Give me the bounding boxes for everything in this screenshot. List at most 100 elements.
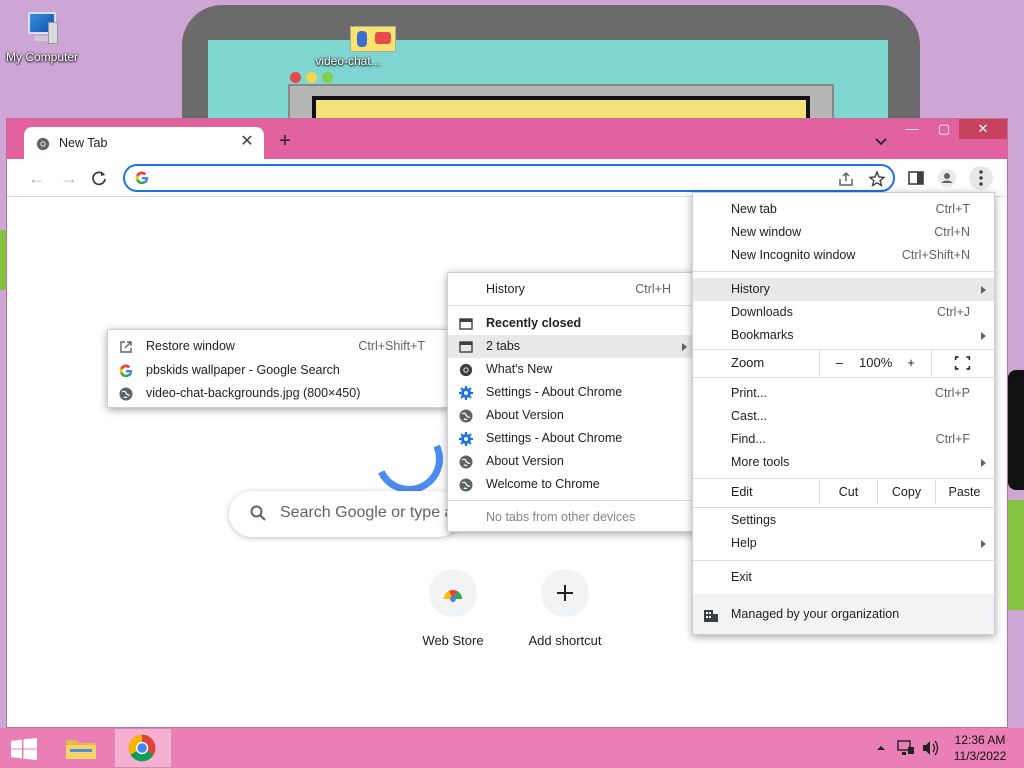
menu-item-settings[interactable]: Settings bbox=[693, 509, 994, 532]
address-bar[interactable] bbox=[123, 164, 895, 192]
minimize-button[interactable]: — bbox=[897, 119, 927, 139]
menu-item-new-tab[interactable]: New tab Ctrl+T bbox=[693, 198, 994, 221]
network-icon[interactable] bbox=[896, 728, 916, 768]
taskbar: 12:36 AM 11/3/2022 bbox=[0, 728, 1024, 768]
windows-start-icon[interactable] bbox=[10, 738, 38, 760]
search-icon bbox=[250, 505, 266, 521]
back-button[interactable]: ← bbox=[26, 167, 48, 189]
edit-label: Edit bbox=[731, 485, 753, 499]
desktop-icon-label: video-chat... bbox=[315, 54, 381, 68]
menu-button[interactable] bbox=[969, 166, 993, 190]
chrome-icon bbox=[128, 734, 156, 762]
shortcut-web-store[interactable]: Web Store bbox=[397, 569, 509, 648]
zoom-label: Zoom bbox=[731, 355, 765, 370]
menu-item-history[interactable]: History Ctrl+H bbox=[448, 278, 695, 301]
globe-icon bbox=[459, 455, 473, 469]
open-in-new-icon bbox=[120, 341, 132, 353]
desktop-icon-video-chat[interactable]: video-chat... bbox=[306, 26, 396, 68]
close-window-button[interactable]: ✕ bbox=[959, 119, 1007, 139]
submenu-arrow-icon bbox=[981, 459, 986, 467]
wallpaper-dot bbox=[306, 72, 317, 83]
menu-item-history-entry[interactable]: About Version bbox=[448, 450, 695, 473]
forward-button[interactable]: → bbox=[58, 167, 80, 189]
menu-item-history-entry[interactable]: About Version bbox=[448, 404, 695, 427]
desktop-icon-my-computer[interactable]: My Computer bbox=[0, 10, 84, 64]
menu-separator bbox=[693, 560, 994, 561]
menu-item-help[interactable]: Help bbox=[693, 532, 994, 555]
shortcut-label: Add shortcut bbox=[528, 633, 602, 648]
reload-icon[interactable] bbox=[90, 169, 108, 187]
managed-by-org[interactable]: Managed by your organization bbox=[693, 594, 994, 634]
edit-row: Edit Cut Copy Paste bbox=[693, 480, 993, 506]
share-icon[interactable] bbox=[837, 170, 855, 188]
system-clock[interactable]: 12:36 AM 11/3/2022 bbox=[944, 732, 1016, 764]
clock-time: 12:36 AM bbox=[954, 733, 1006, 747]
gear-icon bbox=[459, 432, 473, 446]
menu-separator bbox=[693, 271, 994, 272]
menu-item-history[interactable]: History bbox=[693, 278, 994, 301]
new-tab-button[interactable]: + bbox=[274, 131, 296, 153]
maximize-button[interactable]: ▢ bbox=[929, 119, 959, 139]
tabs-submenu: Restore window Ctrl+Shift+T pbskids wall… bbox=[107, 329, 450, 408]
menu-item-history-entry[interactable]: Settings - About Chrome bbox=[448, 381, 695, 404]
side-panel-icon[interactable] bbox=[906, 168, 926, 188]
ntp-search-box[interactable]: Search Google or type a bbox=[229, 491, 461, 537]
zoom-row: Zoom – 100% + bbox=[693, 350, 993, 376]
tab-icon bbox=[459, 318, 473, 330]
menu-item-new-window[interactable]: New window Ctrl+N bbox=[693, 221, 994, 244]
taskbar-chrome[interactable] bbox=[114, 728, 172, 768]
profile-avatar-icon[interactable] bbox=[937, 168, 957, 188]
tab-new-tab[interactable]: New Tab ✕ bbox=[24, 127, 264, 159]
recently-closed-heading: Recently closed bbox=[448, 312, 695, 335]
wallpaper-edge-art bbox=[1008, 370, 1024, 490]
menu-item-history-entry[interactable]: What's New bbox=[448, 358, 695, 381]
volume-icon[interactable] bbox=[920, 728, 940, 768]
menu-item-more-tools[interactable]: More tools bbox=[693, 451, 994, 474]
fullscreen-icon[interactable] bbox=[931, 350, 993, 376]
menu-item-cast[interactable]: Cast... bbox=[693, 405, 994, 428]
wallpaper-dot bbox=[322, 72, 333, 83]
chrome-main-menu: New tab Ctrl+T New window Ctrl+N New Inc… bbox=[692, 192, 995, 635]
menu-item-downloads[interactable]: Downloads Ctrl+J bbox=[693, 301, 994, 324]
menu-separator bbox=[693, 507, 994, 508]
menu-item-history-entry[interactable]: Settings - About Chrome bbox=[448, 427, 695, 450]
shortcut-add[interactable]: Add shortcut bbox=[509, 569, 621, 648]
no-other-devices-text: No tabs from other devices bbox=[486, 510, 636, 524]
submenu-arrow-icon bbox=[981, 286, 986, 294]
chevron-down-icon[interactable] bbox=[871, 133, 891, 151]
menu-item-bookmarks[interactable]: Bookmarks bbox=[693, 324, 994, 347]
computer-icon bbox=[22, 10, 62, 48]
image-file-icon bbox=[328, 26, 396, 52]
menu-item-closed-tab[interactable]: video-chat-backgrounds.jpg (800×450) bbox=[108, 382, 449, 405]
google-g-icon bbox=[135, 171, 149, 185]
taskbar-file-explorer[interactable] bbox=[52, 728, 110, 768]
zoom-out-button[interactable]: – bbox=[819, 350, 859, 376]
menu-item-2-tabs[interactable]: 2 tabs bbox=[448, 335, 695, 358]
submenu-arrow-icon bbox=[981, 332, 986, 340]
menu-item-closed-tab[interactable]: pbskids wallpaper - Google Search bbox=[108, 359, 449, 382]
zoom-in-button[interactable]: + bbox=[891, 350, 931, 376]
shortcut-label: Web Store bbox=[422, 633, 484, 648]
menu-item-find[interactable]: Find... Ctrl+F bbox=[693, 428, 994, 451]
plus-icon bbox=[541, 569, 589, 617]
paste-button[interactable]: Paste bbox=[935, 480, 993, 504]
title-bar: New Tab ✕ + — ▢ ✕ bbox=[7, 119, 1007, 159]
star-bookmark-icon[interactable] bbox=[868, 170, 886, 188]
tab-close-icon[interactable]: ✕ bbox=[238, 133, 256, 151]
google-logo-partial bbox=[365, 415, 453, 503]
chrome-favicon-icon bbox=[36, 137, 50, 151]
menu-item-exit[interactable]: Exit bbox=[693, 566, 994, 589]
zoom-value: 100% bbox=[859, 355, 893, 370]
menu-item-new-incognito[interactable]: New Incognito window Ctrl+Shift+N bbox=[693, 244, 994, 267]
menu-item-print[interactable]: Print... Ctrl+P bbox=[693, 382, 994, 405]
building-icon bbox=[704, 610, 718, 622]
menu-separator bbox=[693, 377, 994, 378]
search-placeholder: Search Google or type a bbox=[280, 504, 454, 521]
show-hidden-icons-chevron-icon[interactable] bbox=[874, 728, 888, 768]
menu-separator bbox=[693, 478, 994, 479]
menu-item-history-entry[interactable]: Welcome to Chrome bbox=[448, 473, 695, 496]
menu-item-restore-window[interactable]: Restore window Ctrl+Shift+T bbox=[108, 335, 449, 358]
cut-button[interactable]: Cut bbox=[819, 480, 877, 504]
web-store-icon bbox=[429, 569, 477, 617]
copy-button[interactable]: Copy bbox=[877, 480, 935, 504]
